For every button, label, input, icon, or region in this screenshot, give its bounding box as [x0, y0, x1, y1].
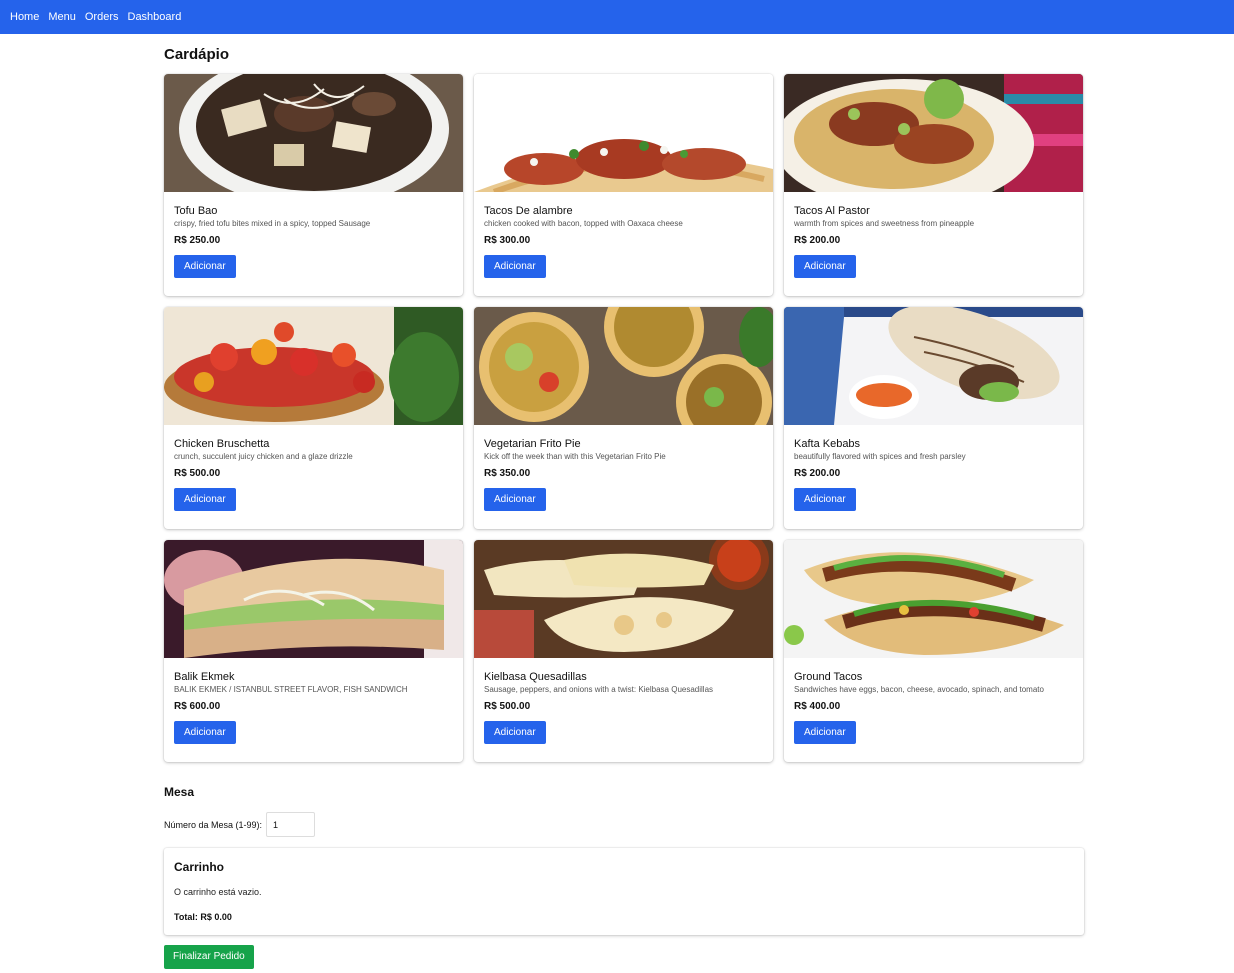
menu-item-description: crunch, succulent juicy chicken and a gl…	[174, 452, 353, 461]
menu-item-name: Tofu Bao	[174, 205, 218, 217]
menu-item-name: Tacos Al Pastor	[794, 205, 870, 217]
food-image-vegetarian-frito-pie	[474, 307, 773, 425]
food-image-tacos-al-pastor	[784, 74, 1083, 192]
menu-item-price: R$ 400.00	[794, 701, 841, 712]
menu-card: Vegetarian Frito Pie Kick off the week t…	[474, 307, 773, 529]
add-to-cart-button[interactable]: Adicionar	[794, 721, 856, 744]
table-number-input[interactable]	[266, 812, 316, 837]
cart-title: Carrinho	[174, 860, 225, 874]
add-to-cart-button[interactable]: Adicionar	[484, 488, 546, 511]
food-image-kielbasa-quesadillas	[474, 540, 773, 658]
food-image-balik-ekmek	[164, 540, 463, 658]
menu-item-description: Sandwiches have eggs, bacon, cheese, avo…	[794, 685, 1044, 694]
page-title: Cardápio	[164, 46, 230, 63]
food-image-tofu-bao	[164, 74, 463, 192]
menu-item-description: Kick off the week than with this Vegetar…	[484, 452, 666, 461]
add-to-cart-button[interactable]: Adicionar	[484, 255, 546, 278]
cart-total: Total: R$ 0.00	[174, 912, 232, 922]
nav-home-link[interactable]: Home	[10, 11, 39, 23]
menu-item-description: warmth from spices and sweetness from pi…	[794, 219, 975, 228]
table-number-row: Número da Mesa (1-99):	[164, 812, 1084, 837]
menu-item-price: R$ 500.00	[484, 701, 531, 712]
add-to-cart-button[interactable]: Adicionar	[174, 488, 236, 511]
menu-item-price: R$ 200.00	[794, 468, 841, 479]
table-section-title: Mesa	[164, 785, 195, 799]
nav-menu-link[interactable]: Menu	[48, 11, 76, 23]
menu-card: Chicken Bruschetta crunch, succulent jui…	[164, 307, 463, 529]
food-image-chicken-bruschetta	[164, 307, 463, 425]
menu-item-description: crispy, fried tofu bites mixed in a spic…	[174, 219, 371, 228]
menu-item-price: R$ 350.00	[484, 468, 531, 479]
menu-item-name: Vegetarian Frito Pie	[484, 438, 581, 450]
food-image-ground-tacos	[784, 540, 1083, 658]
cart-empty-message: O carrinho está vazio.	[174, 887, 262, 897]
add-to-cart-button[interactable]: Adicionar	[484, 721, 546, 744]
add-to-cart-button[interactable]: Adicionar	[794, 255, 856, 278]
finalize-order-button[interactable]: Finalizar Pedido	[164, 945, 254, 969]
menu-item-name: Chicken Bruschetta	[174, 438, 270, 450]
menu-item-name: Kielbasa Quesadillas	[484, 671, 587, 683]
menu-item-description: chicken cooked with bacon, topped with O…	[484, 219, 683, 228]
add-to-cart-button[interactable]: Adicionar	[794, 488, 856, 511]
menu-item-name: Ground Tacos	[794, 671, 863, 683]
add-to-cart-button[interactable]: Adicionar	[174, 255, 236, 278]
top-navbar: Home Menu Orders Dashboard	[0, 0, 1234, 34]
menu-item-price: R$ 500.00	[174, 468, 221, 479]
menu-card: Tofu Bao crispy, fried tofu bites mixed …	[164, 74, 463, 296]
food-image-tacos-de-alambre	[474, 74, 773, 192]
table-number-label: Número da Mesa (1-99):	[164, 819, 263, 830]
menu-item-price: R$ 250.00	[174, 235, 221, 246]
menu-item-description: beautifully flavored with spices and fre…	[794, 452, 966, 461]
cart-panel: Carrinho O carrinho está vazio. Total: R…	[164, 848, 1084, 935]
menu-card: Tacos De alambre chicken cooked with bac…	[474, 74, 773, 296]
menu-card: Kielbasa Quesadillas Sausage, peppers, a…	[474, 540, 773, 762]
add-to-cart-button[interactable]: Adicionar	[174, 721, 236, 744]
food-image-kafta-kebabs	[784, 307, 1083, 425]
menu-card: Ground Tacos Sandwiches have eggs, bacon…	[784, 540, 1083, 762]
menu-item-description: Sausage, peppers, and onions with a twis…	[484, 685, 714, 694]
main-content: Cardápio Tofu Bao crispy, fried tofu bit…	[164, 44, 1084, 969]
menu-item-name: Balik Ekmek	[174, 671, 235, 683]
menu-item-price: R$ 600.00	[174, 701, 221, 712]
menu-item-name: Tacos De alambre	[484, 205, 573, 217]
menu-item-description: BALIK EKMEK / ISTANBUL STREET FLAVOR, FI…	[174, 685, 408, 694]
nav-dashboard-link[interactable]: Dashboard	[128, 11, 182, 23]
menu-item-price: R$ 200.00	[794, 235, 841, 246]
menu-card: Tacos Al Pastor warmth from spices and s…	[784, 74, 1083, 296]
menu-card: Balik Ekmek BALIK EKMEK / ISTANBUL STREE…	[164, 540, 463, 762]
menu-item-price: R$ 300.00	[484, 235, 531, 246]
menu-card: Kafta Kebabs beautifully flavored with s…	[784, 307, 1083, 529]
menu-grid: Tofu Bao crispy, fried tofu bites mixed …	[164, 74, 1084, 762]
nav-orders-link[interactable]: Orders	[85, 11, 119, 23]
menu-item-name: Kafta Kebabs	[794, 438, 861, 450]
